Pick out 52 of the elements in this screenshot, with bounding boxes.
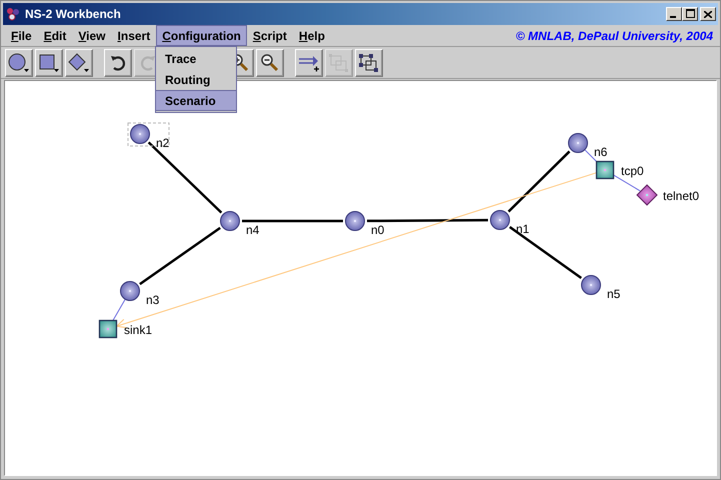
menu-option[interactable]: Scenario <box>156 90 236 111</box>
menu-item[interactable]: Script <box>246 25 293 46</box>
node-circle[interactable] <box>490 210 510 230</box>
link-line <box>508 150 570 212</box>
add-link-tool-button[interactable] <box>295 48 323 76</box>
rotate-tool-button[interactable] <box>104 48 132 76</box>
application-diamond[interactable] <box>636 184 658 206</box>
menu-item[interactable]: Configuration <box>156 25 247 46</box>
node-label: n2 <box>156 136 170 150</box>
maximize-icon <box>686 9 694 18</box>
group-icon <box>328 52 350 72</box>
close-button[interactable] <box>700 7 716 21</box>
menu-option[interactable]: Trace <box>156 48 236 69</box>
node-circle[interactable] <box>130 124 150 144</box>
node-label: n6 <box>594 145 608 159</box>
menu-option[interactable]: Routing <box>156 69 236 90</box>
app-icon <box>5 6 21 22</box>
menu-item[interactable]: File <box>5 25 38 46</box>
zoom-out-tool-button[interactable] <box>256 48 284 76</box>
node-label: n0 <box>371 223 384 237</box>
close-icon <box>704 10 712 18</box>
node-label: sink1 <box>124 323 152 337</box>
node-label: n3 <box>146 293 160 307</box>
node-label: n4 <box>246 223 260 237</box>
node-circle[interactable] <box>120 281 140 301</box>
agent-square[interactable] <box>98 320 118 338</box>
node-label: tcp0 <box>621 164 644 178</box>
node-label: n5 <box>607 287 620 301</box>
menu-item[interactable]: Help <box>292 25 331 46</box>
agent-tool-button[interactable] <box>35 48 63 76</box>
node-circle[interactable] <box>220 211 240 231</box>
node-tool-button[interactable] <box>5 48 33 76</box>
node-circle[interactable] <box>345 211 365 231</box>
node-label: telnet0 <box>663 189 700 203</box>
copyright-text: © MNLAB, DePaul University, 2004 <box>516 28 714 42</box>
layout-tool-button[interactable] <box>355 48 383 76</box>
minimize-button[interactable] <box>666 7 682 21</box>
layout-icon <box>358 52 380 72</box>
menu-item[interactable]: Edit <box>38 25 72 46</box>
node-circle[interactable] <box>581 275 601 295</box>
menu-item[interactable]: Insert <box>112 25 156 46</box>
application-tool-button[interactable] <box>65 48 93 76</box>
zoom-out-icon <box>260 52 280 72</box>
node-circle[interactable] <box>568 133 588 153</box>
menu-item[interactable]: View <box>72 25 112 46</box>
square-icon <box>37 52 61 74</box>
circle-icon <box>7 52 31 74</box>
maximize-button[interactable] <box>682 7 698 21</box>
attachment-line <box>112 299 126 323</box>
agent-square[interactable] <box>596 160 614 180</box>
diamond-icon <box>67 52 91 74</box>
window-title: NS-2 Workbench <box>25 7 121 21</box>
